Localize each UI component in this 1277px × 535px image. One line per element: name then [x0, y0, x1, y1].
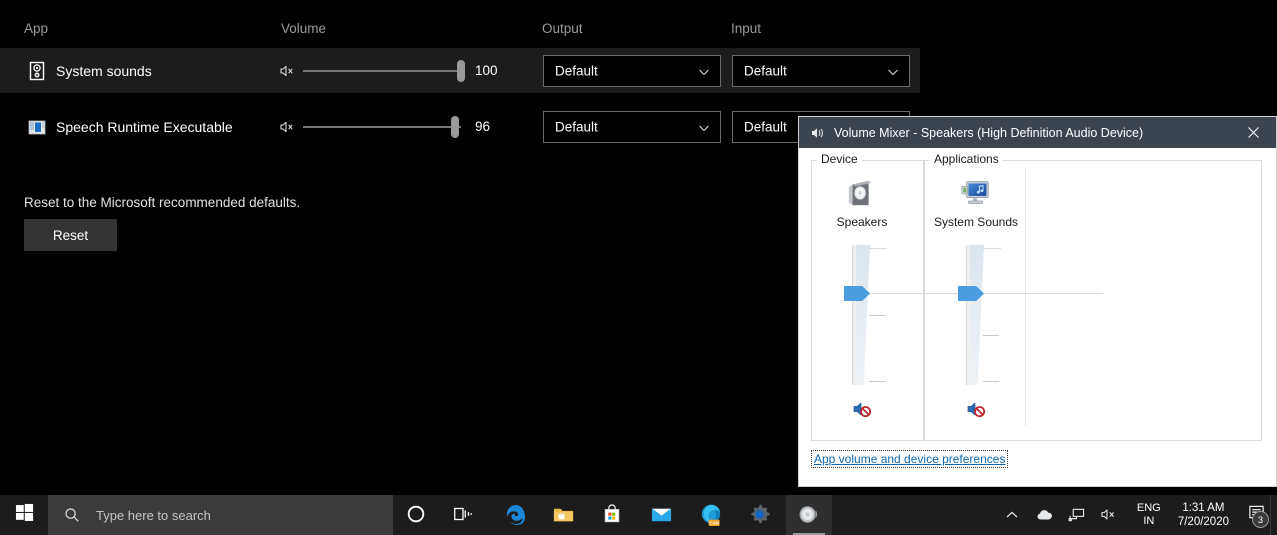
column-headers: App Volume Output Input — [0, 19, 1277, 41]
reset-button[interactable]: Reset — [24, 219, 117, 251]
application-volume-strip: System Sounds — [920, 168, 1103, 419]
speaker-muted-icon[interactable] — [1100, 507, 1116, 523]
cloud-icon[interactable] — [1036, 507, 1052, 523]
volume-value: 100 — [475, 63, 498, 78]
microsoft-store-button[interactable] — [590, 495, 636, 535]
search-icon — [64, 507, 80, 523]
close-icon[interactable] — [1230, 117, 1276, 148]
volume-control[interactable]: 100 — [279, 59, 501, 82]
clock-time: 1:31 AM — [1182, 502, 1225, 514]
language-indicator[interactable]: ENG IN — [1130, 502, 1168, 528]
app-volume-row[interactable]: Speech Runtime Executable 96 Default Def… — [0, 104, 920, 149]
language-region: IN — [1143, 515, 1155, 527]
chevron-down-icon — [698, 65, 710, 77]
column-header-volume: Volume — [281, 21, 327, 36]
volume-control[interactable]: 96 — [279, 115, 501, 138]
edge-canary-button[interactable]: CAN — [688, 495, 734, 535]
device-name: Speakers — [836, 215, 888, 229]
device-mute-button[interactable] — [806, 399, 918, 419]
application-volume-slider[interactable] — [920, 245, 1103, 385]
application-mute-button[interactable] — [920, 399, 1032, 419]
device-volume-slider[interactable] — [806, 245, 989, 385]
chevron-up-icon[interactable] — [1004, 507, 1020, 523]
volume-slider[interactable] — [303, 115, 461, 138]
app-name: System sounds — [56, 62, 152, 79]
search-input[interactable]: Type here to search — [48, 495, 393, 535]
cortana-circle-icon — [405, 503, 429, 527]
mail-button[interactable] — [639, 495, 685, 535]
windows-logo-icon — [15, 503, 34, 527]
svg-text:CAN: CAN — [709, 520, 719, 525]
application-name: System Sounds — [933, 215, 1019, 229]
speaker-muted-icon[interactable] — [279, 119, 295, 135]
system-sounds-icon[interactable] — [920, 168, 1032, 208]
clock-date: 7/20/2020 — [1177, 516, 1229, 528]
volume-mixer-button[interactable] — [786, 495, 832, 535]
link-container: App volume and device preferences — [811, 450, 1009, 468]
app-volume-device-preferences-link[interactable]: App volume and device preferences — [811, 450, 1009, 468]
notification-count-badge: 3 — [1252, 511, 1269, 528]
speaker-box-icon — [26, 60, 48, 82]
input-device-dropdown[interactable]: Default — [732, 54, 910, 87]
speaker-muted-icon[interactable] — [279, 63, 295, 79]
show-desktop-button[interactable] — [1270, 495, 1277, 535]
store-bag-icon — [601, 503, 625, 527]
chevron-down-icon — [887, 65, 899, 77]
volume-mixer-body: Device Applications Speakers System Soun… — [799, 148, 1276, 486]
edge-legacy-icon — [504, 503, 528, 527]
output-device-dropdown[interactable]: Default — [543, 54, 721, 87]
app-name: Speech Runtime Executable — [56, 118, 233, 135]
folder-icon — [552, 503, 576, 527]
window-title: Volume Mixer - Speakers (High Definition… — [834, 125, 1144, 140]
volume-mixer-titlebar[interactable]: Volume Mixer - Speakers (High Definition… — [799, 117, 1276, 148]
speaker-icon — [809, 125, 825, 141]
mail-envelope-icon — [650, 503, 674, 527]
column-header-input: Input — [731, 21, 762, 36]
applications-group-label: Applications — [930, 152, 1003, 166]
edge-canary-icon: CAN — [699, 503, 723, 527]
volume-slider[interactable] — [303, 59, 465, 82]
output-device-value: Default — [555, 119, 598, 134]
clock[interactable]: 1:31 AM 7/20/2020 — [1178, 501, 1229, 529]
input-device-value: Default — [744, 63, 787, 78]
speech-runtime-icon — [26, 116, 48, 138]
search-placeholder: Type here to search — [96, 507, 211, 523]
app-volume-row[interactable]: System sounds 100 Default Default — [0, 48, 920, 93]
output-device-value: Default — [555, 63, 598, 78]
internet-explorer-button[interactable] — [493, 495, 539, 535]
volume-value: 96 — [475, 119, 491, 134]
start-button[interactable] — [0, 495, 48, 535]
input-device-value: Default — [744, 119, 787, 134]
notification-center-button[interactable]: 3 — [1241, 495, 1271, 535]
speaker-grey-icon — [797, 503, 821, 527]
system-tray: ENG IN 1:31 AM 7/20/2020 3 — [996, 495, 1277, 535]
cortana-button[interactable] — [394, 495, 440, 535]
output-device-dropdown[interactable]: Default — [543, 110, 721, 143]
language-code: ENG — [1136, 502, 1161, 514]
settings-button[interactable] — [737, 495, 783, 535]
gear-icon — [748, 503, 772, 527]
speakers-icon[interactable] — [806, 168, 918, 208]
device-volume-strip: Speakers — [806, 168, 989, 419]
column-header-app: App — [24, 21, 49, 36]
taskbar: Type here to search CAN ENG IN 1:31 AM 7… — [0, 495, 1277, 535]
device-group-label: Device — [817, 152, 862, 166]
column-header-output: Output — [542, 21, 583, 36]
task-view-button[interactable] — [441, 495, 487, 535]
chevron-down-icon — [698, 121, 710, 133]
volume-mixer-window: Volume Mixer - Speakers (High Definition… — [798, 116, 1277, 487]
network-icon[interactable] — [1068, 507, 1084, 523]
reset-description: Reset to the Microsoft recommended defau… — [24, 195, 301, 210]
task-view-icon — [452, 503, 476, 527]
file-explorer-button[interactable] — [541, 495, 587, 535]
